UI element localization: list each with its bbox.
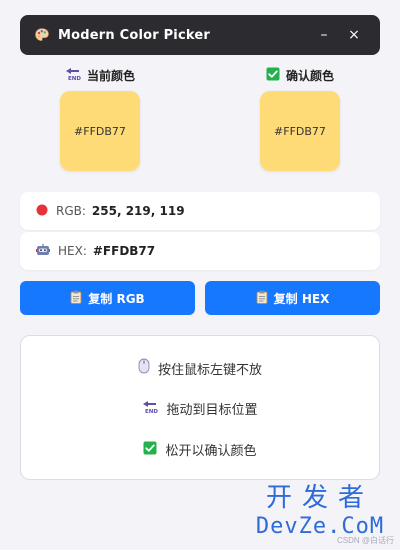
confirmed-color-panel: 确认颜色 #FFDB77 bbox=[250, 65, 350, 171]
current-color-hex: #FFDB77 bbox=[74, 124, 126, 138]
watermark-line-1: 开发者 bbox=[265, 483, 374, 513]
watermark: 开发者 DevZe.CoM CSDN @白话行 bbox=[240, 482, 400, 550]
instruction-step-1: 按住鼠标左键不放 bbox=[21, 358, 379, 378]
end-arrow-icon: END bbox=[65, 67, 81, 84]
instruction-step-2: END 拖动到目标位置 bbox=[21, 399, 379, 418]
svg-text:END: END bbox=[145, 409, 158, 414]
check-box-icon bbox=[143, 441, 157, 459]
title-bar: Modern Color Picker – × bbox=[20, 15, 380, 55]
palette-icon bbox=[34, 27, 50, 43]
confirmed-color-swatch: #FFDB77 bbox=[260, 91, 340, 171]
current-color-panel: END 当前颜色 #FFDB77 bbox=[50, 65, 150, 171]
hex-label: HEX: bbox=[58, 244, 87, 258]
instruction-text-3: 松开以确认颜色 bbox=[165, 444, 257, 459]
window-title: Modern Color Picker bbox=[58, 27, 210, 43]
robot-icon bbox=[36, 243, 50, 260]
instruction-step-3: 松开以确认颜色 bbox=[21, 440, 379, 459]
current-color-label: 当前颜色 bbox=[86, 68, 135, 83]
rgb-label: RGB: bbox=[56, 204, 86, 218]
red-circle-icon bbox=[36, 204, 48, 219]
copy-rgb-button[interactable]: 复制 RGB bbox=[20, 281, 195, 315]
hex-row: HEX: #FFDB77 bbox=[20, 232, 380, 270]
svg-text:END: END bbox=[68, 76, 81, 81]
confirmed-color-label: 确认颜色 bbox=[285, 68, 334, 83]
check-box-icon bbox=[266, 67, 280, 84]
current-color-header: END 当前颜色 bbox=[50, 65, 150, 85]
end-arrow-icon: END bbox=[142, 400, 159, 418]
current-color-swatch: #FFDB77 bbox=[60, 91, 140, 171]
instruction-text-1: 按住鼠标左键不放 bbox=[157, 362, 262, 378]
mouse-icon bbox=[138, 358, 150, 378]
close-button[interactable]: × bbox=[340, 21, 368, 49]
copy-rgb-label: 复制 RGB bbox=[88, 291, 145, 306]
confirmed-color-header: 确认颜色 bbox=[250, 65, 350, 85]
instruction-text-2: 拖动到目标位置 bbox=[166, 403, 258, 418]
confirmed-color-hex: #FFDB77 bbox=[274, 124, 326, 138]
clipboard-icon bbox=[70, 290, 82, 307]
minimize-button[interactable]: – bbox=[310, 21, 338, 49]
clipboard-icon bbox=[256, 290, 268, 307]
instructions-panel: 按住鼠标左键不放 END 拖动到目标位置 松开以确认颜色 bbox=[20, 335, 380, 480]
copy-hex-label: 复制 HEX bbox=[273, 291, 330, 306]
copy-hex-button[interactable]: 复制 HEX bbox=[205, 281, 380, 315]
watermark-credit: CSDN @白话行 bbox=[336, 536, 394, 545]
rgb-row: RGB: 255, 219, 119 bbox=[20, 192, 380, 230]
rgb-value: 255, 219, 119 bbox=[91, 204, 185, 218]
hex-value: #FFDB77 bbox=[92, 244, 156, 258]
